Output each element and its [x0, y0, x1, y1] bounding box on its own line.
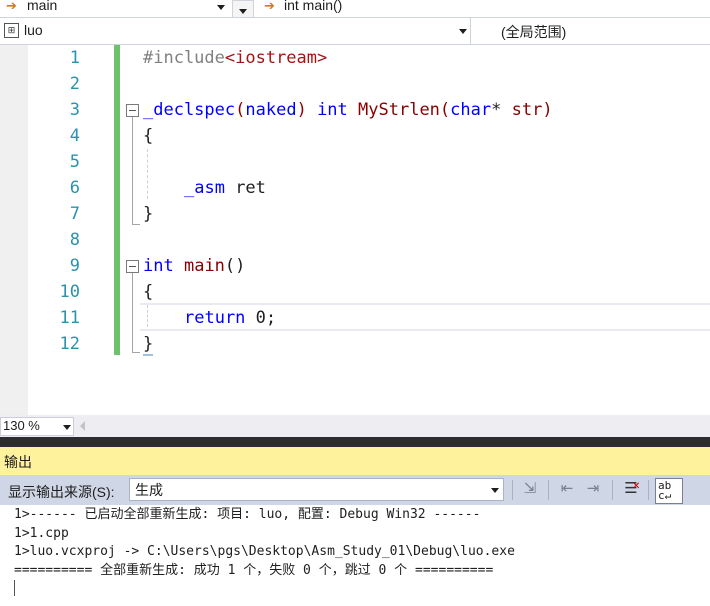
panel-divider[interactable] — [0, 437, 710, 447]
chevron-down-icon — [491, 488, 499, 493]
code-line-4: { — [143, 123, 153, 149]
output-line: 1>------ 已启动全部重新生成: 项目: luo, 配置: Debug W… — [14, 507, 481, 522]
member-dropdown[interactable]: int main() — [284, 0, 342, 13]
fold-guide — [132, 117, 133, 225]
fold-guide — [132, 273, 133, 353]
code-line-7: } — [143, 201, 153, 227]
clear-x-icon: ✕ — [632, 481, 641, 492]
line-number: 12 — [59, 334, 80, 354]
line-number: 3 — [69, 100, 80, 120]
code-line-11: return 0; — [184, 305, 276, 331]
code-line-1: #include<iostream> — [143, 45, 327, 71]
chevron-down-icon — [239, 9, 247, 14]
line-number: 1 — [69, 48, 80, 68]
output-title: 输出 — [4, 454, 32, 470]
find-message-icon[interactable]: ⇲ — [520, 479, 540, 499]
punctuation: () — [224, 256, 246, 276]
fold-guide-end — [132, 352, 140, 353]
punctuation: ) — [296, 100, 307, 120]
scroll-left-icon[interactable] — [80, 421, 85, 431]
editor-status-bar: 130 % — [0, 415, 710, 437]
chevron-down-icon[interactable] — [217, 5, 225, 10]
line-number: 6 — [69, 178, 80, 198]
line-number: 5 — [69, 152, 80, 172]
brace: { — [143, 282, 154, 302]
keyword: int — [143, 256, 174, 276]
function-dropdown[interactable]: main — [27, 0, 57, 13]
toolbar-separator — [612, 480, 613, 500]
zoom-level: 130 % — [3, 418, 40, 433]
output-panel-header: 输出 — [0, 447, 710, 475]
fold-guide-end — [132, 224, 140, 225]
output-toolbar: 显示输出来源(S): 生成 ⇲ ⇤ ⇥ ☰ ✕ ab c↵ — [0, 475, 710, 505]
brace: } — [143, 204, 154, 224]
keyword: char — [450, 100, 492, 120]
punctuation: ( — [439, 100, 451, 120]
chevron-down-icon — [63, 425, 71, 430]
instruction: ret — [224, 178, 266, 198]
previous-message-icon[interactable]: ⇤ — [557, 479, 577, 499]
line-number: 2 — [69, 74, 80, 94]
code-editor[interactable]: 1 2 3 4 5 6 7 8 9 10 11 12 #include<iost… — [0, 45, 710, 415]
change-tracking-bar — [114, 45, 120, 355]
keyword: int — [317, 100, 348, 120]
punctuation: ( — [235, 100, 246, 120]
preprocessor-directive: #include — [143, 48, 225, 68]
function-name: MyStrlen — [358, 100, 440, 120]
project-dropdown[interactable]: ⊞ luo — [0, 18, 471, 44]
dropdown-button[interactable] — [232, 0, 254, 18]
scope-bar: ⊞ luo (全局范围) — [0, 18, 710, 45]
text-caret — [14, 580, 15, 596]
zoom-dropdown[interactable]: 130 % — [0, 417, 74, 436]
output-text-area[interactable]: 1>------ 已启动全部重新生成: 项目: luo, 配置: Debug W… — [0, 505, 710, 606]
toolbar-separator — [512, 480, 513, 500]
punctuation: ) — [542, 100, 553, 120]
code-line-9: int main() — [143, 253, 245, 279]
word-wrap-toggle[interactable]: ab c↵ — [655, 478, 683, 504]
indent-guide — [147, 305, 148, 327]
project-label: luo — [24, 22, 43, 38]
line-number: 10 — [59, 282, 80, 302]
output-line: ========== 全部重新生成: 成功 1 个，失败 0 个，跳过 0 个 … — [14, 563, 494, 578]
collapse-icon[interactable] — [126, 260, 139, 273]
line-number: 4 — [69, 126, 80, 146]
keyword: _declspec — [143, 100, 236, 120]
output-source-select[interactable]: 生成 — [129, 478, 504, 501]
toolbar-separator — [648, 480, 649, 500]
line-number: 9 — [69, 256, 80, 276]
collapse-icon[interactable] — [126, 104, 139, 117]
keyword: return — [184, 308, 246, 328]
toolbar-separator — [548, 480, 549, 500]
keyword: naked — [245, 100, 297, 120]
statement: 0; — [245, 308, 277, 328]
punctuation: * — [491, 100, 512, 120]
indent-guide — [147, 149, 148, 199]
chevron-down-icon — [459, 29, 467, 34]
brace: { — [143, 126, 154, 146]
code-line-10: { — [143, 279, 153, 305]
next-message-icon[interactable]: ⇥ — [583, 479, 603, 499]
parameter: str — [511, 100, 543, 120]
source-label: 显示输出来源(S): — [8, 484, 115, 500]
brace-match-underline — [143, 354, 153, 356]
scope-range-dropdown[interactable]: (全局范围) — [501, 22, 566, 42]
output-line: 1>luo.vcxproj -> C:\Users\pgs\Desktop\As… — [14, 544, 515, 559]
arrow-right-icon: ➔ — [264, 0, 275, 13]
keyword: _asm — [184, 178, 225, 198]
line-number: 7 — [69, 204, 80, 224]
word-wrap-icon: ab c↵ — [658, 479, 672, 502]
project-icon: ⊞ — [4, 23, 19, 38]
line-number: 11 — [59, 308, 80, 328]
function-name: main — [183, 256, 225, 276]
navigation-bar: ➔ main ➔ int main() — [0, 0, 710, 18]
editor-gutter — [0, 45, 28, 415]
code-line-3: _declspec(naked) int MyStrlen(char* str) — [143, 97, 553, 123]
output-source-value: 生成 — [135, 482, 163, 498]
arrow-right-icon: ➔ — [6, 0, 17, 13]
include-path: <iostream> — [224, 48, 328, 68]
line-number: 8 — [69, 230, 80, 250]
code-line-6: _asm ret — [184, 175, 266, 201]
brace: } — [143, 334, 154, 354]
output-line: 1>1.cpp — [14, 526, 69, 541]
